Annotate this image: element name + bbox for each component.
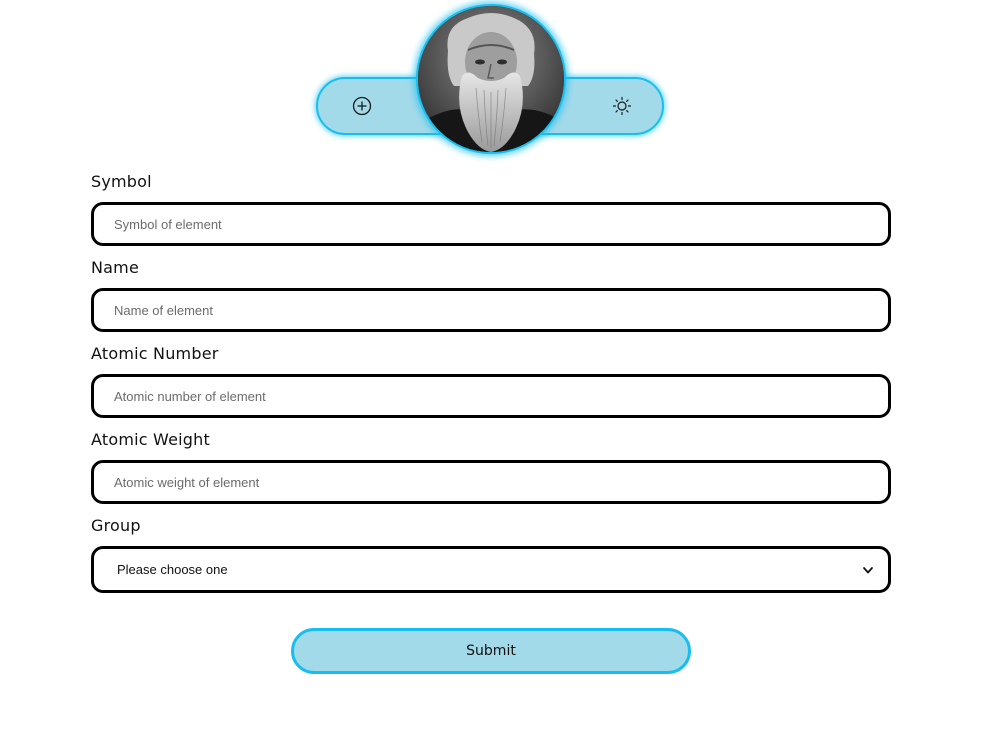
- symbol-label: Symbol: [91, 172, 152, 191]
- submit-button[interactable]: Submit: [291, 628, 691, 674]
- atomic-number-input[interactable]: [91, 374, 891, 418]
- sun-icon: [612, 96, 632, 116]
- element-form-page: Symbol Name Atomic Number Atomic Weight …: [0, 0, 995, 753]
- name-label: Name: [91, 258, 140, 277]
- atomic-weight-label: Atomic Weight: [91, 430, 210, 449]
- add-button[interactable]: [348, 92, 376, 120]
- atomic-number-label: Atomic Number: [91, 344, 219, 363]
- group-label: Group: [91, 516, 141, 535]
- group-select-value: Please choose one: [117, 562, 228, 577]
- plus-circle-icon: [352, 96, 372, 116]
- name-input[interactable]: [91, 288, 891, 332]
- theme-toggle-button[interactable]: [608, 92, 636, 120]
- atomic-weight-input[interactable]: [91, 460, 891, 504]
- portrait-image: [418, 6, 564, 152]
- chevron-down-icon: [862, 564, 874, 576]
- symbol-input[interactable]: [91, 202, 891, 246]
- avatar: [416, 4, 566, 154]
- group-select[interactable]: Please choose one: [91, 546, 891, 593]
